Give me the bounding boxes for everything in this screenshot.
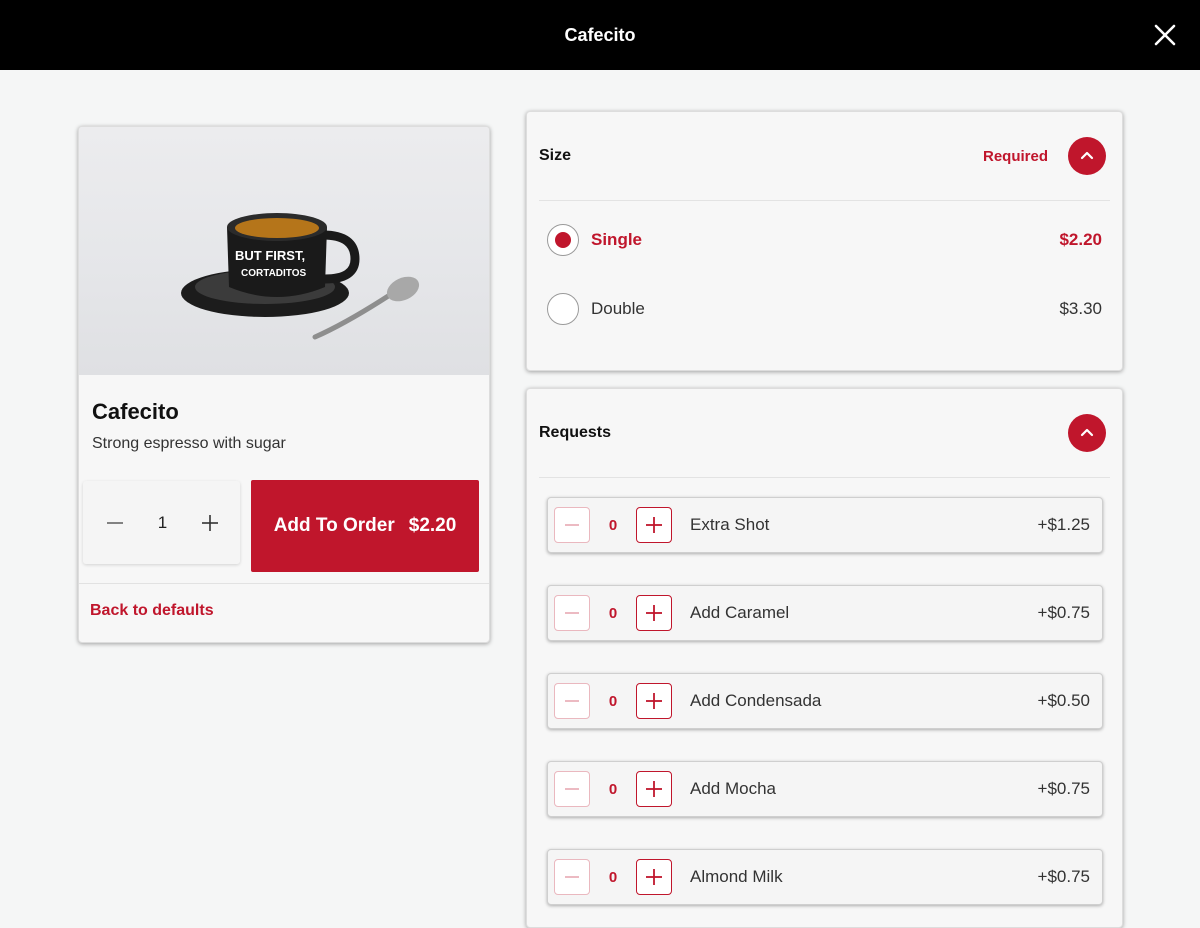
request-count: 0 (608, 692, 618, 710)
decrement-button[interactable] (554, 771, 590, 807)
request-item-add-caramel: 0 Add Caramel +$0.75 (547, 585, 1103, 641)
radio-selected[interactable] (547, 224, 579, 256)
plus-icon[interactable] (200, 513, 220, 533)
collapse-requests-button[interactable] (1068, 414, 1106, 452)
size-panel-title: Size (539, 147, 572, 164)
divider (539, 477, 1110, 478)
request-count: 0 (608, 868, 618, 886)
page-title: Cafecito (564, 24, 636, 45)
request-count: 0 (608, 604, 618, 622)
size-option-price: $2.20 (1059, 230, 1102, 249)
minus-icon (565, 612, 579, 614)
request-price: +$1.25 (1037, 515, 1090, 534)
request-count: 0 (608, 516, 618, 534)
svg-text:CORTADITOS: CORTADITOS (241, 268, 307, 279)
request-price: +$0.75 (1037, 867, 1090, 886)
request-name: Almond Milk (690, 867, 783, 886)
size-option-price: $3.30 (1059, 299, 1102, 318)
increment-button[interactable] (636, 859, 672, 895)
close-icon[interactable] (1152, 22, 1178, 48)
increment-button[interactable] (636, 771, 672, 807)
minus-icon[interactable] (105, 513, 125, 533)
collapse-size-button[interactable] (1068, 137, 1106, 175)
requests-panel-title: Requests (539, 424, 612, 441)
size-option-name: Double (591, 299, 645, 318)
request-name: Add Condensada (690, 691, 822, 710)
minus-icon (565, 876, 579, 878)
add-to-order-price: $2.20 (408, 515, 457, 536)
request-count: 0 (608, 780, 618, 798)
decrement-button[interactable] (554, 683, 590, 719)
minus-icon (565, 700, 579, 702)
product-card: BUT FIRST, CORTADITOS Cafecito Strong es… (78, 126, 490, 643)
divider (79, 583, 489, 584)
product-name: Cafecito (92, 399, 179, 424)
plus-icon (646, 605, 662, 621)
coffee-cup-illustration: BUT FIRST, CORTADITOS (181, 213, 420, 340)
divider (539, 200, 1110, 201)
request-item-almond-milk: 0 Almond Milk +$0.75 (547, 849, 1103, 905)
top-bar: Cafecito (0, 0, 1200, 70)
request-item-add-condensada: 0 Add Condensada +$0.50 (547, 673, 1103, 729)
radio-unselected[interactable] (547, 293, 579, 325)
decrement-button[interactable] (554, 859, 590, 895)
size-option-double[interactable]: Double $3.30 (547, 289, 1102, 329)
plus-icon (646, 781, 662, 797)
request-item-add-mocha: 0 Add Mocha +$0.75 (547, 761, 1103, 817)
product-description: Strong espresso with sugar (92, 435, 286, 452)
chevron-up-icon (1080, 428, 1094, 437)
size-option-name: Single (591, 230, 643, 249)
size-option-single[interactable]: Single $2.20 (547, 220, 1102, 260)
plus-icon (646, 869, 662, 885)
add-to-order-label: Add To Order (273, 515, 395, 536)
minus-icon (565, 788, 579, 790)
requests-panel: Requests 0 Extra Shot +$1.25 0 Add Caram… (526, 388, 1123, 928)
minus-icon (565, 524, 579, 526)
request-name: Add Mocha (690, 779, 776, 798)
size-panel-header: Size Required (527, 112, 1122, 200)
request-name: Extra Shot (690, 515, 770, 534)
plus-icon (646, 693, 662, 709)
quantity-value: 1 (157, 512, 168, 532)
quantity-stepper: 1 (83, 481, 240, 564)
required-badge: Required (982, 147, 1048, 165)
requests-panel-header: Requests (527, 389, 1122, 477)
increment-button[interactable] (636, 507, 672, 543)
request-price: +$0.50 (1037, 691, 1090, 710)
size-panel: Size Required Single $2.20 Double $3.30 (526, 111, 1123, 371)
back-to-defaults-link[interactable]: Back to defaults (90, 602, 214, 620)
plus-icon (646, 517, 662, 533)
request-item-extra-shot: 0 Extra Shot +$1.25 (547, 497, 1103, 553)
increment-button[interactable] (636, 595, 672, 631)
request-price: +$0.75 (1037, 603, 1090, 622)
increment-button[interactable] (636, 683, 672, 719)
add-to-order-button[interactable]: Add To Order $2.20 (251, 480, 479, 572)
decrement-button[interactable] (554, 507, 590, 543)
product-image: BUT FIRST, CORTADITOS (79, 127, 489, 375)
request-name: Add Caramel (690, 603, 790, 622)
chevron-up-icon (1080, 151, 1094, 160)
decrement-button[interactable] (554, 595, 590, 631)
svg-text:BUT FIRST,: BUT FIRST, (235, 248, 305, 263)
request-price: +$0.75 (1037, 779, 1090, 798)
